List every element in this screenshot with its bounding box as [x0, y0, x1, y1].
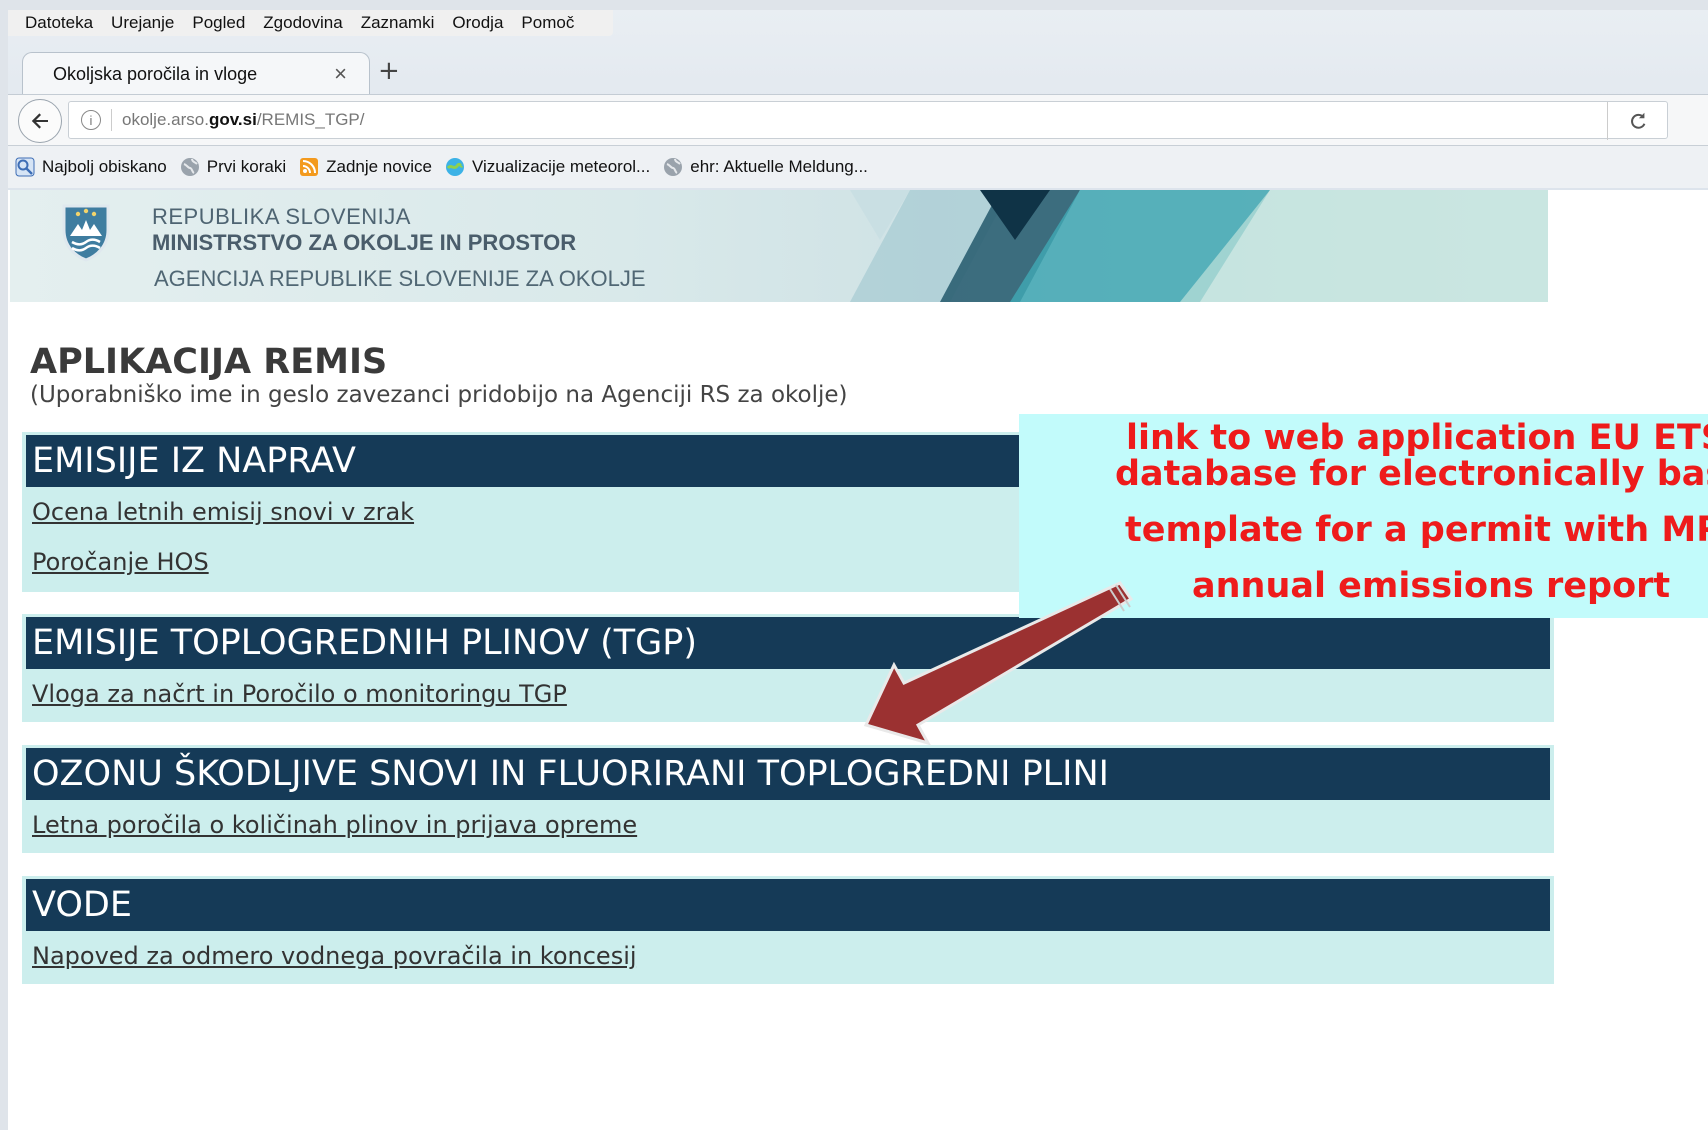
reload-button[interactable] [1607, 102, 1667, 140]
url-separator [111, 109, 112, 131]
ministry-banner: REPUBLIKA SLOVENIJA MINISTRSTVO ZA OKOLJ… [10, 190, 1548, 302]
bookmark-weather[interactable]: Vizualizacije meteorol... [444, 156, 650, 178]
nav-bar: i okolje.arso.gov.si/REMIS_TGP/ [8, 94, 1708, 146]
slovenia-crest-icon [62, 204, 110, 262]
annotation-arrow-icon [863, 581, 1134, 746]
callout-line-2: database for electronically base [1115, 454, 1708, 494]
menu-file[interactable]: Datoteka [16, 13, 102, 33]
info-icon[interactable]: i [81, 110, 101, 130]
section-header: VODE [26, 879, 1550, 931]
browser-chrome: Datoteka Urejanje Pogled Zgodovina Zazna… [8, 10, 1708, 190]
bookmark-ehr[interactable]: ehr: Aktuelle Meldung... [662, 156, 868, 178]
section-header: OZONU ŠKODLJIVE SNOVI IN FLUORIRANI TOPL… [26, 748, 1550, 800]
menu-tools[interactable]: Orodja [443, 13, 512, 33]
tab-active[interactable]: Okoljska poročila in vloge × [22, 52, 370, 96]
menu-view[interactable]: Pogled [183, 13, 254, 33]
close-tab-icon[interactable]: × [334, 61, 347, 87]
callout-line-1: link to web application EU ETS [1126, 418, 1708, 458]
section-ozone-fgases: OZONU ŠKODLJIVE SNOVI IN FLUORIRANI TOPL… [22, 745, 1554, 853]
bookmark-first-steps[interactable]: Prvi koraki [179, 156, 286, 178]
section-waters: VODE Napoved za odmero vodnega povračila… [22, 876, 1554, 984]
bookmark-most-visited[interactable]: Najbolj obiskano [14, 156, 167, 178]
link-annual-gas-reports[interactable]: Letna poročila o količinah plinov in pri… [32, 811, 637, 839]
address-bar[interactable]: i okolje.arso.gov.si/REMIS_TGP/ [68, 101, 1668, 140]
arrow-left-icon [31, 113, 48, 129]
url-text: okolje.arso.gov.si/REMIS_TGP/ [122, 110, 365, 129]
menu-bar: Datoteka Urejanje Pogled Zgodovina Zazna… [8, 10, 613, 36]
most-visited-icon [14, 156, 36, 178]
callout-line-3: template for a permit with MP / [1125, 510, 1708, 550]
link-annual-air-emissions[interactable]: Ocena letnih emisij snovi v zrak [32, 498, 414, 526]
menu-help[interactable]: Pomoč [512, 13, 583, 33]
bookmark-latest-news[interactable]: Zadnje novice [298, 156, 432, 178]
tab-title: Okoljska poročila in vloge [53, 64, 258, 84]
reload-icon [1630, 112, 1645, 129]
new-tab-icon[interactable]: + [378, 56, 400, 86]
section-ghg-emissions: EMISIJE TOPLOGREDNIH PLINOV (TGP) Vloga … [22, 614, 1554, 722]
banner-graphic [850, 190, 1548, 302]
page-title: APLIKACIJA REMIS [30, 342, 388, 382]
org-republic: REPUBLIKA SLOVENIJA [152, 204, 411, 229]
globe-icon [179, 156, 201, 178]
menu-edit[interactable]: Urejanje [102, 13, 183, 33]
menu-history[interactable]: Zgodovina [254, 13, 351, 33]
menu-bookmarks[interactable]: Zaznamki [352, 13, 444, 33]
globe-icon [662, 156, 684, 178]
page-subtitle: (Uporabniško ime in geslo zavezanci prid… [30, 382, 848, 408]
bookmarks-toolbar: Najbolj obiskano Prvi koraki Zadnje novi… [8, 146, 1708, 188]
section-header: EMISIJE TOPLOGREDNIH PLINOV (TGP) [26, 617, 1550, 669]
rss-icon [298, 156, 320, 178]
callout-line-4: annual emissions report [1192, 566, 1671, 606]
link-ghg-monitoring[interactable]: Vloga za načrt in Poročilo o monitoringu… [32, 680, 567, 708]
weather-icon [444, 156, 466, 178]
tab-strip: Okoljska poročila in vloge × + [8, 44, 1708, 96]
org-agency: AGENCIJA REPUBLIKE SLOVENIJE ZA OKOLJE [154, 266, 646, 291]
browser-window: Datoteka Urejanje Pogled Zgodovina Zazna… [8, 10, 1708, 1130]
back-button[interactable] [18, 99, 62, 143]
link-water-charge[interactable]: Napoved za odmero vodnega povračila in k… [32, 942, 637, 970]
org-ministry: MINISTRSTVO ZA OKOLJE IN PROSTOR [152, 230, 577, 255]
link-hos-reporting[interactable]: Poročanje HOS [32, 548, 209, 576]
